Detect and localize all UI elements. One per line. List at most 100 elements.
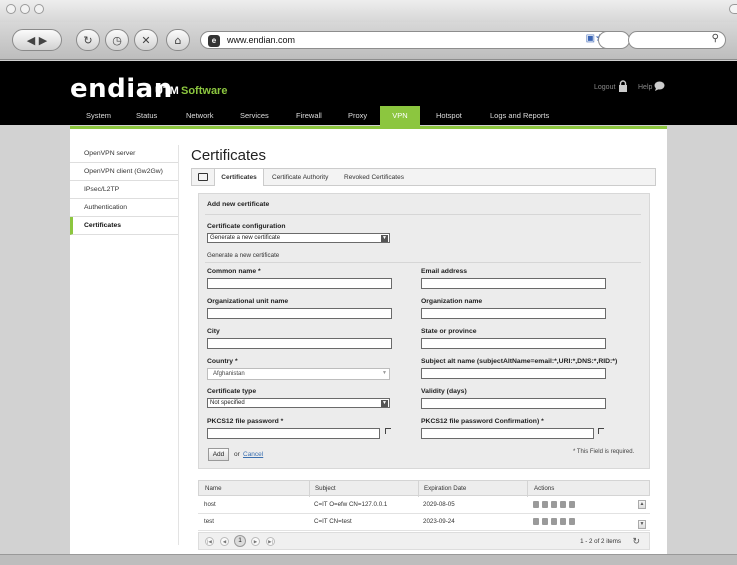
subject-alt-name-field[interactable] [421,368,606,379]
certificate-type-value: Not specified [210,400,245,406]
search-engine-selector[interactable] [598,31,630,49]
city-field[interactable] [207,338,392,349]
sidebar-item-certificates[interactable]: Certificates [70,217,178,235]
logout-link[interactable]: Logout [594,84,615,91]
url-text[interactable]: www.endian.com [227,35,295,45]
country-select[interactable]: Afghanistan ▼ [207,368,390,380]
history-button[interactable]: ◷ [105,29,129,51]
stop-icon: ✕ [141,33,151,47]
last-page-icon[interactable]: ▶| [266,537,275,546]
prev-page-icon[interactable]: ◀ [220,537,229,546]
help-link[interactable]: Help [638,84,652,91]
generate-subheading: Generate a new certificate [207,252,280,259]
first-page-icon[interactable]: |◀ [205,537,214,546]
nav-services[interactable]: Services [240,106,269,126]
reload-button[interactable]: ↻ [76,29,100,51]
back-forward-buttons[interactable]: ◀ ▶ [12,29,62,51]
certificate-type-label: Certificate type [207,388,257,395]
row-subject: C=IT O=efw CN=127.0.0.1 [314,501,388,508]
table-row[interactable]: host C=IT O=efw CN=127.0.0.1 2029-08-05 … [198,497,650,514]
chevron-down-icon: ▼ [382,370,387,376]
tab-certificate-authority[interactable]: Certificate Authority [272,169,328,186]
download-pkcs-icon[interactable] [551,518,557,525]
country-value: Afghanistan [213,371,245,377]
home-icon: ⌂ [174,33,182,47]
email-field[interactable] [421,278,606,289]
common-name-field[interactable] [207,278,392,289]
site-favicon-icon: e [208,35,220,47]
logo-software: Software [181,85,228,97]
row-actions [533,501,575,508]
row-subject: C=IT CN=test [314,518,352,525]
column-header-expiration[interactable]: Expiration Date [424,481,466,496]
scroll-up-icon[interactable]: ▲ [638,500,646,509]
close-window-button[interactable] [6,4,16,14]
certificate-configuration-select[interactable]: Generate a new certificate ▼ [207,233,390,243]
clock-icon: ◷ [112,33,122,47]
show-password-checkbox[interactable] [385,428,391,434]
validity-field[interactable] [421,398,606,409]
address-bar[interactable]: e www.endian.com ▣★▾ [200,31,618,49]
tab-certificates[interactable]: Certificates [214,169,264,186]
sidebar-item-openvpn-server[interactable]: OpenVPN server [70,145,178,163]
revoke-icon[interactable] [560,501,566,508]
state-label: State or province [421,328,477,335]
org-name-field[interactable] [421,308,606,319]
download-icon[interactable] [542,518,548,525]
scroll-down-icon[interactable]: ▼ [638,520,646,529]
forward-icon[interactable]: ▶ [39,34,47,47]
revoke-icon[interactable] [560,518,566,525]
toolbar-toggle-button[interactable] [729,4,737,14]
minimize-window-button[interactable] [20,4,30,14]
refresh-icon[interactable]: ↻ [632,536,640,547]
org-unit-field[interactable] [207,308,392,319]
column-header-subject[interactable]: Subject [315,481,336,496]
email-label: Email address [421,268,468,275]
column-header-name[interactable]: Name [205,481,222,496]
download-icon[interactable] [542,501,548,508]
disable-icon[interactable] [533,518,539,525]
row-name: host [204,501,216,508]
next-page-icon[interactable]: ▶ [251,537,260,546]
download-pkcs-icon[interactable] [551,501,557,508]
add-button[interactable]: Add [208,448,229,461]
delete-icon[interactable] [569,518,575,525]
lock-icon[interactable] [618,80,628,92]
tab-revoked-certificates[interactable]: Revoked Certificates [344,169,404,186]
row-expiration: 2023-09-24 [423,518,455,525]
nav-proxy[interactable]: Proxy [348,106,367,126]
current-page[interactable]: 1 [234,535,246,547]
nav-hotspot[interactable]: Hotspot [436,106,462,126]
stop-button[interactable]: ✕ [134,29,158,51]
search-icon[interactable]: ⚲ [712,33,719,44]
sidebar-item-ipsec-l2tp[interactable]: IPsec/L2TP [70,181,178,199]
sidebar-item-authentication[interactable]: Authentication [70,199,178,217]
certificate-type-select[interactable]: Not specified ▼ [207,398,390,408]
disable-icon[interactable] [533,501,539,508]
back-icon[interactable]: ◀ [27,34,35,47]
nav-system[interactable]: System [86,106,111,126]
nav-firewall[interactable]: Firewall [296,106,322,126]
cancel-link[interactable]: Cancel [243,451,263,458]
zoom-window-button[interactable] [34,4,44,14]
chevron-down-icon: ▼ [381,235,388,242]
home-button[interactable]: ⌂ [166,29,190,51]
table-row[interactable]: test C=IT CN=test 2023-09-24 ▼ [198,514,650,531]
subject-alt-name-label: Subject alt name (subjectAltName=email:*… [421,358,618,365]
delete-icon[interactable] [569,501,575,508]
nav-logs-and-reports[interactable]: Logs and Reports [490,106,549,126]
nav-vpn[interactable]: VPN [380,106,420,126]
logo-utm: UTM [155,85,179,97]
certificate-configuration-value: Generate a new certificate [210,235,281,241]
pkcs12-password-field[interactable] [207,428,380,439]
state-field[interactable] [421,338,606,349]
search-input[interactable]: ⚲ [628,31,726,49]
certificates-table: Name Subject Expiration Date Actions hos… [198,480,650,552]
speech-bubble-icon[interactable] [654,81,665,91]
sidebar-item-openvpn-client[interactable]: OpenVPN client (Gw2Gw) [70,163,178,181]
show-confirm-password-checkbox[interactable] [598,428,604,434]
country-label: Country * [207,358,238,365]
pkcs12-confirm-field[interactable] [421,428,594,439]
nav-status[interactable]: Status [136,106,157,126]
nav-network[interactable]: Network [186,106,214,126]
